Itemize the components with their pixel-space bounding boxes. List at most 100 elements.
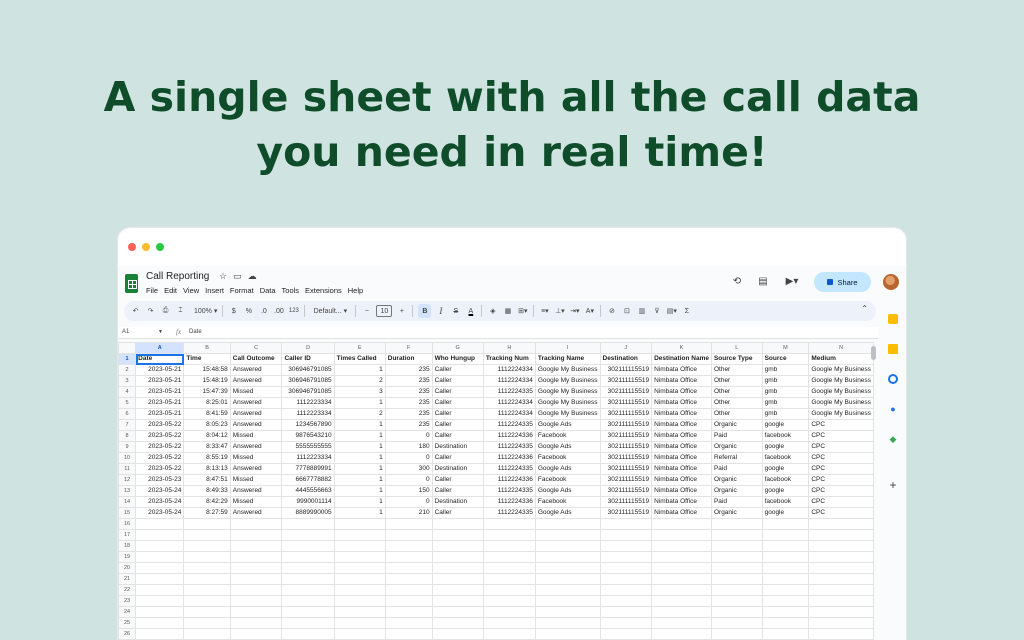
cell[interactable]: Caller: [431, 397, 484, 409]
cell[interactable]: Answered: [229, 375, 283, 387]
column-header-e[interactable]: E: [333, 342, 386, 354]
cell[interactable]: 302111115519: [599, 463, 653, 475]
cell[interactable]: [384, 595, 433, 607]
cell[interactable]: [431, 595, 484, 607]
cell[interactable]: [710, 606, 763, 618]
cell[interactable]: [183, 562, 231, 574]
text-wrap-icon[interactable]: ⇥▾: [569, 304, 580, 318]
cell[interactable]: [431, 606, 484, 618]
menu-edit[interactable]: Edit: [164, 286, 177, 295]
cell[interactable]: [384, 551, 433, 563]
cell[interactable]: 1112224336: [482, 474, 536, 486]
menu-data[interactable]: Data: [260, 286, 276, 295]
cell[interactable]: 8:25:01: [183, 397, 231, 409]
cell[interactable]: [761, 518, 810, 530]
row-header[interactable]: 18: [118, 540, 137, 552]
cell[interactable]: 302111115519: [599, 408, 653, 420]
font-select[interactable]: Default... ▾: [310, 304, 350, 318]
cell[interactable]: 8:49:33: [183, 485, 231, 497]
cell[interactable]: [710, 540, 763, 552]
cell[interactable]: 0: [384, 452, 433, 464]
collapse-toolbar-icon[interactable]: ⌃: [861, 304, 868, 313]
cell[interactable]: [710, 584, 763, 596]
bold-button[interactable]: B: [418, 304, 432, 318]
cell[interactable]: 302111115519: [599, 430, 653, 442]
cell[interactable]: 306946791085: [281, 375, 335, 387]
cell[interactable]: 1112224334: [482, 364, 536, 376]
cell[interactable]: Paid: [710, 463, 763, 475]
cell[interactable]: [808, 617, 874, 629]
cell[interactable]: [651, 606, 712, 618]
cell[interactable]: [333, 584, 386, 596]
filter-icon[interactable]: ⊽: [651, 304, 662, 318]
version-history-icon[interactable]: ⟲: [730, 275, 744, 289]
column-header-j[interactable]: J: [599, 342, 653, 354]
cell[interactable]: Google Ads: [534, 463, 601, 475]
cell[interactable]: [808, 551, 874, 563]
cell[interactable]: CPC: [808, 463, 874, 475]
cell[interactable]: Caller: [431, 419, 484, 431]
cell[interactable]: 1: [333, 474, 386, 486]
cell[interactable]: [482, 595, 536, 607]
cell[interactable]: CPC: [808, 419, 874, 431]
close-window-button[interactable]: [128, 243, 136, 251]
cell[interactable]: [384, 573, 433, 585]
cell[interactable]: [281, 540, 335, 552]
cell[interactable]: [333, 606, 386, 618]
cell[interactable]: [135, 573, 185, 585]
cell[interactable]: Caller: [431, 375, 484, 387]
cell[interactable]: gmb: [761, 375, 810, 387]
cell[interactable]: facebook: [761, 474, 810, 486]
cell[interactable]: Other: [710, 386, 763, 398]
cell[interactable]: [135, 562, 185, 574]
cell[interactable]: [482, 540, 536, 552]
paint-format-icon[interactable]: ⌶: [175, 304, 186, 318]
cell[interactable]: 15:48:19: [183, 375, 231, 387]
cell[interactable]: [482, 562, 536, 574]
row-header[interactable]: 4: [118, 386, 137, 398]
cell[interactable]: [183, 628, 231, 640]
insert-link-icon[interactable]: ⊘: [606, 304, 617, 318]
cell[interactable]: 1112224335: [482, 419, 536, 431]
cell[interactable]: [135, 529, 185, 541]
cell[interactable]: Google My Business: [534, 386, 601, 398]
cell[interactable]: 4445556663: [281, 485, 335, 497]
cell[interactable]: [761, 551, 810, 563]
cell[interactable]: [229, 628, 283, 640]
cell[interactable]: 2023-05-21: [135, 375, 185, 387]
header-cell[interactable]: Caller ID: [281, 353, 335, 365]
cell[interactable]: [281, 562, 335, 574]
cell[interactable]: [534, 617, 601, 629]
cell[interactable]: 0: [384, 496, 433, 508]
cell[interactable]: 235: [384, 375, 433, 387]
cell[interactable]: [808, 573, 874, 585]
cloud-status-icon[interactable]: ☁: [248, 271, 257, 282]
row-header[interactable]: 21: [118, 573, 137, 585]
cell[interactable]: 1: [333, 430, 386, 442]
header-cell[interactable]: Times Called: [333, 353, 386, 365]
cell[interactable]: [431, 540, 484, 552]
header-cell[interactable]: Source: [761, 353, 810, 365]
cell[interactable]: Google My Business: [808, 375, 874, 387]
cell[interactable]: [534, 573, 601, 585]
cell[interactable]: 2: [333, 408, 386, 420]
menu-extensions[interactable]: Extensions: [305, 286, 342, 295]
cell[interactable]: CPC: [808, 485, 874, 497]
cell[interactable]: 2023-05-22: [135, 419, 185, 431]
cell[interactable]: gmb: [761, 408, 810, 420]
cell[interactable]: Answered: [229, 397, 283, 409]
cell[interactable]: Nimbata Office: [651, 430, 712, 442]
column-header-i[interactable]: I: [534, 342, 601, 354]
cell[interactable]: [229, 617, 283, 629]
cell[interactable]: 1112224335: [482, 463, 536, 475]
cell[interactable]: 302111115519: [599, 474, 653, 486]
cell[interactable]: [384, 606, 433, 618]
cell[interactable]: Missed: [229, 386, 283, 398]
share-button[interactable]: Share: [814, 272, 871, 292]
cell[interactable]: [431, 518, 484, 530]
cell[interactable]: 1: [333, 496, 386, 508]
increase-decimal-button[interactable]: .00: [273, 304, 284, 318]
document-title[interactable]: Call Reporting: [146, 271, 209, 282]
cell[interactable]: google: [761, 485, 810, 497]
cell[interactable]: [599, 551, 653, 563]
